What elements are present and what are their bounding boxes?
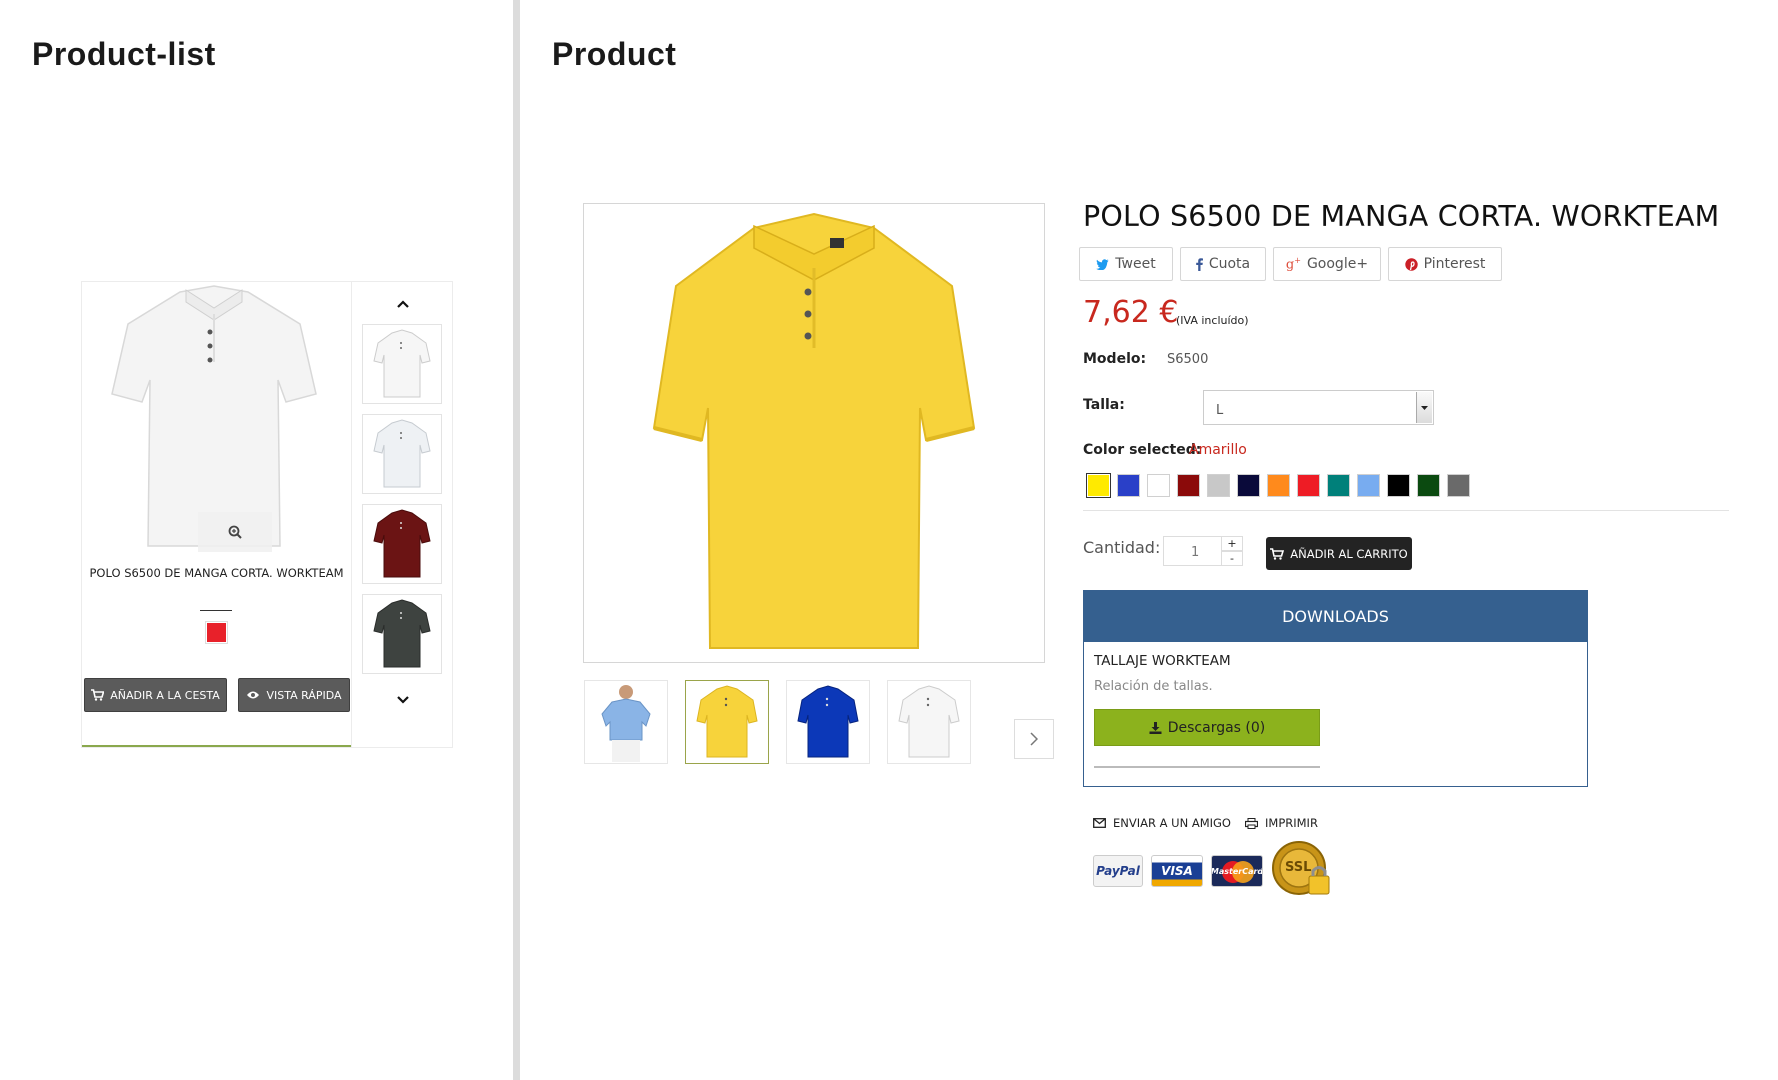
add-to-basket-button[interactable]: AÑADIR A LA CESTA [84,678,227,712]
color-selected-value: Amarillo [1189,442,1247,458]
share-tweet-button[interactable]: Tweet [1079,247,1173,281]
size-select[interactable]: L [1203,390,1434,425]
chevron-up-icon [397,300,409,308]
pinterest-icon [1404,257,1418,271]
send-to-friend-link[interactable]: ENVIAR A UN AMIGO [1093,816,1231,830]
quick-view-button[interactable]: VISTA RÁPIDA [238,678,350,712]
cart-icon [1270,547,1285,560]
download-item-name: TALLAJE WORKTEAM [1094,653,1231,669]
print-link[interactable]: IMPRIMIR [1245,816,1318,830]
product-thumbnail-light-blue[interactable] [584,680,668,764]
color-label: Color selected: [1083,442,1202,458]
quick-view-label: VISTA RÁPIDA [266,688,342,702]
options-divider [1083,510,1729,511]
product-name: POLO S6500 DE MANGA CORTA. WORKTEAM [1083,200,1720,233]
product-main-image[interactable] [583,203,1045,663]
product-thumbnail-yellow[interactable] [685,680,769,764]
color-swatch[interactable] [1447,474,1470,497]
model-label: Modelo: [1083,351,1147,367]
downloads-header: DOWNLOADS [1084,591,1587,642]
product-list-title: Product-list [32,36,216,72]
color-swatches [1087,474,1470,497]
download-icon [1149,721,1162,734]
color-swatch[interactable] [1327,474,1350,497]
share-facebook-button[interactable]: Cuota [1180,247,1266,281]
printer-icon [1245,817,1258,829]
size-select-value: L [1216,403,1224,418]
send-to-friend-label: ENVIAR A UN AMIGO [1113,816,1231,830]
color-swatch[interactable] [1387,474,1410,497]
add-to-basket-label: AÑADIR A LA CESTA [110,688,220,702]
card-thumbnail-white-polo[interactable] [362,324,442,404]
product-thumbnail-white[interactable] [887,680,971,764]
eye-icon [247,691,260,699]
google-plus-icon: g+ [1285,255,1301,273]
quantity-increase-button[interactable]: + [1221,536,1243,551]
color-swatch[interactable] [1297,474,1320,497]
print-label: IMPRIMIR [1265,816,1318,830]
thumbnails-next-button[interactable] [1014,719,1054,759]
share-pinterest-button[interactable]: Pinterest [1388,247,1502,281]
color-swatch[interactable] [1087,474,1110,497]
card-thumbnail-maroon-polo[interactable] [362,504,442,584]
model-value: S6500 [1167,352,1209,367]
facebook-icon [1196,257,1203,271]
ssl-text: SSL [1285,860,1312,875]
color-swatch[interactable] [1417,474,1440,497]
add-to-cart-label: AÑADIR AL CARRITO [1290,546,1408,561]
color-swatch[interactable] [1237,474,1260,497]
card-thumbnail-dark-grey-polo[interactable] [362,594,442,674]
downloads-button[interactable]: Descargas (0) [1094,709,1320,746]
price-tax-note: (IVA incluído) [1176,314,1249,327]
color-swatch[interactable] [1147,474,1170,497]
caret-down-icon [1421,405,1428,410]
paypal-logo: PayPal [1093,855,1143,887]
zoom-button[interactable] [198,512,272,552]
share-tweet-label: Tweet [1115,256,1156,272]
cart-icon [91,689,105,701]
download-item-description: Relación de tallas. [1094,679,1213,694]
product-card-separator [200,610,232,611]
share-google-plus-button[interactable]: g+ Google+ [1273,247,1381,281]
payment-methods: PayPal VISA MasterCard SSL [1093,840,1333,902]
download-item-separator [1094,766,1320,768]
chevron-right-icon [1030,732,1038,746]
color-swatch[interactable] [1357,474,1380,497]
share-facebook-label: Cuota [1208,256,1251,272]
product-card: POLO S6500 DE MANGA CORTA. WORKTEAM AÑAD… [81,281,453,748]
color-swatch[interactable] [1207,474,1230,497]
share-pinterest-label: Pinterest [1423,256,1486,272]
envelope-icon [1093,818,1106,828]
chevron-down-icon [397,696,409,704]
product-card-name[interactable]: POLO S6500 DE MANGA CORTA. WORKTEAM [82,566,351,580]
section-divider [513,0,520,1080]
downloads-panel: DOWNLOADS TALLAJE WORKTEAM Relación de t… [1083,590,1588,787]
color-swatch[interactable] [1177,474,1200,497]
product-title-heading: Product [552,36,677,72]
size-label: Talla: [1083,397,1125,413]
mastercard-logo: MasterCard [1211,855,1263,887]
share-google-plus-label: Google+ [1306,256,1369,272]
product-card-color-swatch[interactable] [206,622,227,643]
size-select-dropdown[interactable] [1416,392,1432,423]
color-swatch[interactable] [1117,474,1140,497]
product-card-thumbnail-strip [351,282,453,747]
product-thumbnail-royal-blue[interactable] [786,680,870,764]
card-thumbnail-white-polo-back[interactable] [362,414,442,494]
zoom-icon [228,525,242,539]
quantity-decrease-button[interactable]: - [1221,551,1243,566]
quantity-label: Cantidad: [1083,538,1161,557]
product-price: 7,62 € [1083,295,1179,330]
thumbs-down-button[interactable] [352,688,454,712]
product-card-main: POLO S6500 DE MANGA CORTA. WORKTEAM AÑAD… [82,282,351,747]
visa-logo: VISA [1151,855,1203,887]
color-swatch[interactable] [1267,474,1290,497]
thumbs-up-button[interactable] [352,292,454,316]
downloads-button-label: Descargas (0) [1167,719,1266,736]
add-to-cart-button[interactable]: AÑADIR AL CARRITO [1266,537,1412,570]
ssl-lock-logo: SSL [1271,840,1333,902]
product-card-image[interactable] [102,284,326,552]
twitter-icon [1096,258,1109,270]
